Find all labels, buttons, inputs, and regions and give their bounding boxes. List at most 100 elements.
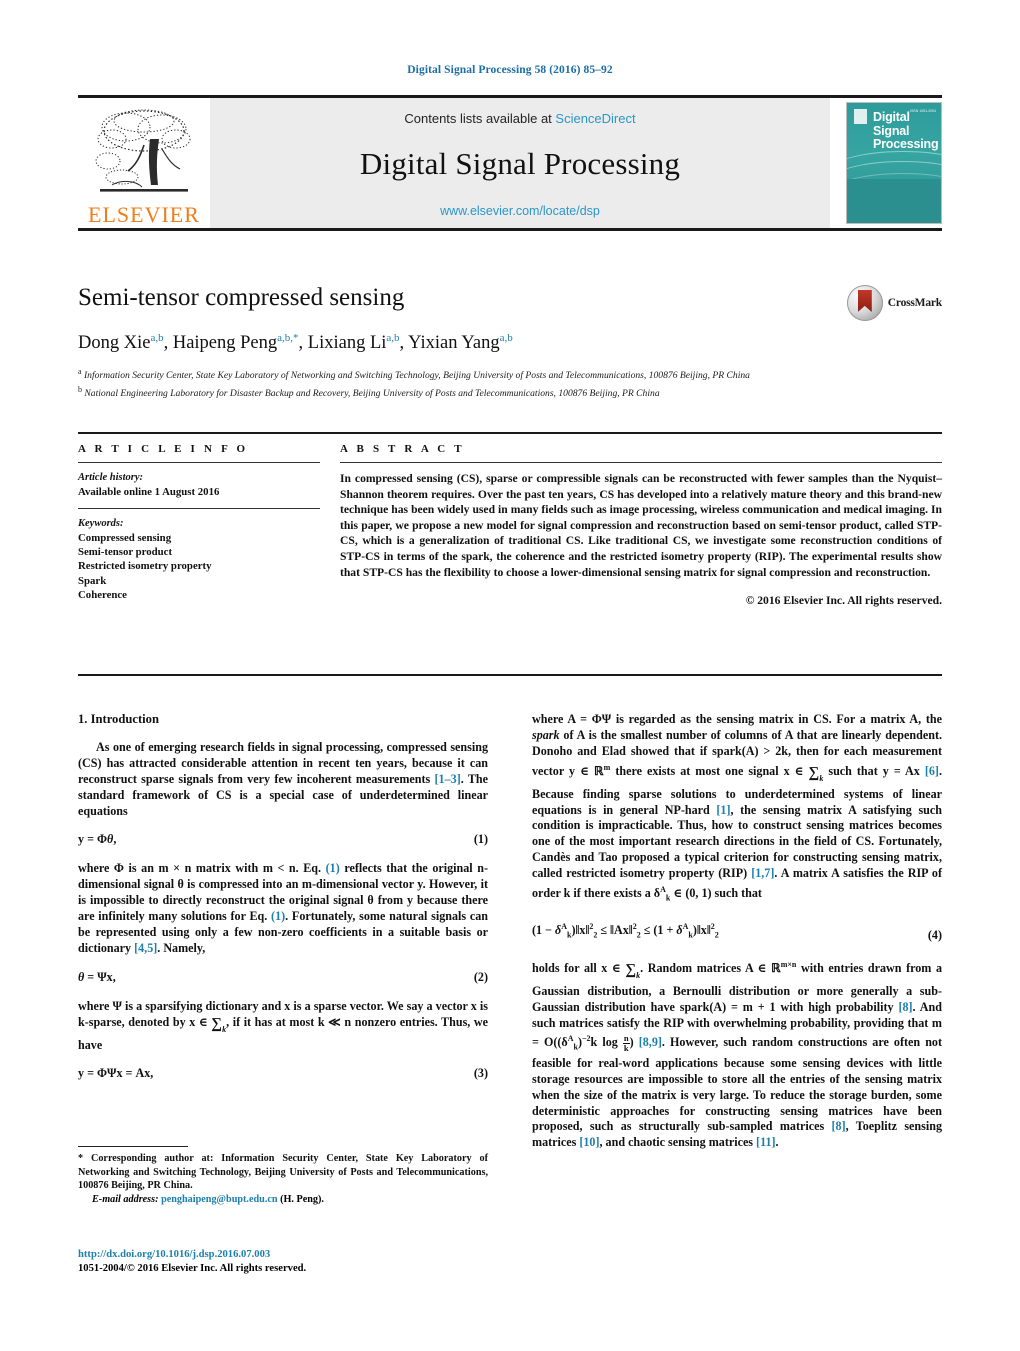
doi-link[interactable]: http://dx.doi.org/10.1016/j.dsp.2016.07.… xyxy=(78,1248,488,1262)
citation-ref[interactable]: [8,9] xyxy=(639,1035,662,1049)
journal-url-link[interactable]: www.elsevier.com/locate/dsp xyxy=(440,204,600,218)
email-label: E-mail address: xyxy=(92,1193,159,1205)
affiliation-text: National Engineering Laboratory for Disa… xyxy=(84,388,660,400)
keyword-item: Restricted isometry property xyxy=(78,560,212,573)
cover-title: Digital Signal Processing xyxy=(873,110,939,152)
para-text: ) xyxy=(629,1035,639,1050)
crossmark-badge[interactable]: CrossMark xyxy=(846,285,942,321)
citation-ref[interactable]: [1] xyxy=(716,803,730,817)
section-heading-introduction: 1. Introduction xyxy=(78,712,159,726)
keyword-item: Coherence xyxy=(78,588,127,601)
info-divider-2 xyxy=(78,508,320,509)
author-name[interactable]: Lixiang Li xyxy=(308,333,387,353)
equation-2: θ = Ψx, (2) xyxy=(78,970,488,986)
body-column-right: where A = ΦΨ is regarded as the sensing … xyxy=(532,712,942,1151)
summation-symbol: ∑k xyxy=(625,961,641,980)
summation-symbol: ∑k xyxy=(808,764,824,783)
email-link[interactable]: penghaipeng@bupt.edu.cn xyxy=(161,1194,278,1205)
contents-prefix: Contents lists available at xyxy=(404,110,556,126)
keyword-item: Semi-tensor product xyxy=(78,546,173,559)
journal-masthead: ELSEVIER Contents lists available at Sci… xyxy=(78,95,942,231)
citation-ref[interactable]: [8] xyxy=(898,1000,912,1014)
crossmark-icon xyxy=(846,285,883,321)
affiliation-row: b National Engineering Laboratory for Di… xyxy=(78,384,942,401)
doi-block: http://dx.doi.org/10.1016/j.dsp.2016.07.… xyxy=(78,1248,488,1276)
summation-symbol: ∑k xyxy=(211,1015,227,1034)
cover-title-line3: Processing xyxy=(873,137,939,151)
author-affil-marks: a,b, xyxy=(277,332,294,344)
citation-ref[interactable]: (1) xyxy=(326,861,340,875)
para-text: where A = ΦΨ is regarded as the sensing … xyxy=(532,712,942,726)
elsevier-logo: ELSEVIER xyxy=(78,98,210,228)
running-head: Digital Signal Processing 58 (2016) 85–9… xyxy=(407,64,613,76)
keyword-item: Compressed sensing xyxy=(78,532,172,544)
author-name[interactable]: Yixian Yang xyxy=(408,333,500,353)
citation-ref[interactable]: [4,5] xyxy=(134,941,157,955)
abstract-heading: A B S T R A C T xyxy=(340,443,465,455)
info-abstract-band: A R T I C L E I N F O Article history: A… xyxy=(78,432,942,676)
equation-1: y = Φθ, (1) xyxy=(78,832,488,848)
info-divider-1 xyxy=(78,462,320,463)
affiliation-mark: b xyxy=(78,384,82,394)
affiliation-list: a Information Security Center, State Key… xyxy=(78,366,942,400)
equation-2-number: (2) xyxy=(473,969,488,984)
equation-1-number: (1) xyxy=(473,832,488,847)
abstract-divider xyxy=(340,462,942,463)
equation-3: y = ΦΨx = Ax, (3) xyxy=(78,1066,488,1082)
abstract-text: In compressed sensing (CS), sparse or co… xyxy=(340,472,942,579)
para-text: , and chaotic sensing matrices xyxy=(599,1135,757,1150)
paragraph: holds for all x ∈ ∑k. Random matrices A … xyxy=(532,957,942,1151)
author-affil-marks: a,b xyxy=(386,332,400,344)
masthead-center: Contents lists available at ScienceDirec… xyxy=(210,98,830,228)
citation-ref[interactable]: [1,7] xyxy=(751,866,774,880)
equation-4-body: (1 − δAk)‖x‖22 ≤ ‖Ax‖22 ≤ (1 + δAk)‖x‖22 xyxy=(532,922,719,940)
keywords-label: Keywords: xyxy=(78,518,124,529)
para-text: there exists at most one signal x ∈ xyxy=(610,763,809,778)
title-block: CrossMark Semi-tensor compressed sensing… xyxy=(78,283,942,402)
paragraph: where Ψ is a sparsifying dictionary and … xyxy=(78,999,488,1054)
citation-ref[interactable]: (1) xyxy=(271,909,285,923)
masthead-bottom-rule xyxy=(78,228,942,231)
citation-ref[interactable]: [11] xyxy=(756,1135,775,1149)
keywords-group: Keywords: Compressed sensing Semi-tensor… xyxy=(78,517,320,602)
footnote-body: Corresponding author at: Information Sec… xyxy=(78,1153,488,1192)
para-text: . xyxy=(775,1135,779,1150)
contents-available-line: Contents lists available at ScienceDirec… xyxy=(404,111,635,126)
cover-lower-band xyxy=(847,179,941,223)
sciencedirect-link[interactable]: ScienceDirect xyxy=(555,111,635,126)
article-info-column: A R T I C L E I N F O Article history: A… xyxy=(78,443,340,611)
author-affil-marks: a,b xyxy=(499,332,513,344)
citation-ref[interactable]: [8] xyxy=(832,1119,846,1133)
abstract-column: A B S T R A C T In compressed sensing (C… xyxy=(340,443,942,611)
paragraph: where A = ΦΨ is regarded as the sensing … xyxy=(532,712,942,906)
author-sep: , xyxy=(163,333,173,354)
para-text: such that y = Ax xyxy=(823,763,925,778)
equation-3-body: y = ΦΨx = Ax, xyxy=(78,1066,154,1081)
footnote-email-line: E-mail address: penghaipeng@bupt.edu.cn … xyxy=(78,1193,488,1208)
keyword-item: Spark xyxy=(78,574,107,587)
article-history-label: Article history: xyxy=(78,472,144,483)
fraction-n-over-k: nk xyxy=(622,1033,630,1054)
body-column-left: 1. Introduction As one of emerging resea… xyxy=(78,712,488,1095)
author-sep: , xyxy=(399,333,409,354)
issn-copyright-line: 1051-2004/© 2016 Elsevier Inc. All right… xyxy=(78,1263,307,1274)
para-text: k log xyxy=(590,1035,623,1050)
author-affil-marks: a,b xyxy=(150,332,164,344)
abstract-copyright: © 2016 Elsevier Inc. All rights reserved… xyxy=(745,594,942,608)
journal-title: Digital Signal Processing xyxy=(359,145,681,181)
crossmark-label: CrossMark xyxy=(887,297,942,309)
author-name[interactable]: Dong Xie xyxy=(78,333,150,353)
exponent-minus-two: −2 xyxy=(581,1034,591,1044)
para-text: . Namely, xyxy=(157,940,206,955)
band-bottom-rule xyxy=(78,674,942,676)
citation-ref[interactable]: [10] xyxy=(579,1135,599,1149)
citation-ref[interactable]: [1–3] xyxy=(435,772,461,786)
para-text: holds for all x ∈ xyxy=(532,960,626,975)
elsevier-tree-icon xyxy=(95,109,191,192)
citation-ref[interactable]: [6] xyxy=(925,764,939,778)
author-name[interactable]: Haipeng Peng xyxy=(173,333,277,353)
journal-cover-cell: ISSN 1051-2004 Digital Signal Processing xyxy=(830,98,942,228)
email-suffix: (H. Peng). xyxy=(280,1193,324,1205)
cover-elsevier-icon xyxy=(854,109,867,124)
para-text: where Φ is an m × n matrix with m < n. E… xyxy=(78,861,326,876)
